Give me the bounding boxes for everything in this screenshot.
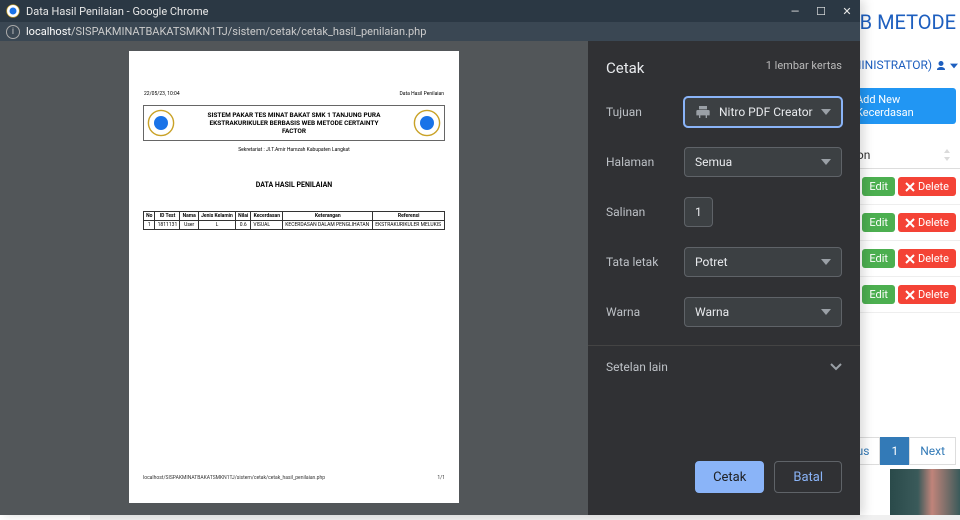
doc-date: 22/05/23, 10:04 — [144, 91, 180, 97]
background-user[interactable]: MINISTRATOR) — [850, 38, 960, 78]
table-row: Edit Delete — [850, 169, 960, 205]
th: Jenis Kelamin — [198, 212, 235, 221]
destination-label: Tujuan — [606, 105, 684, 119]
background-column-header[interactable]: tion — [850, 124, 960, 169]
pager-current[interactable]: 1 — [880, 437, 909, 465]
x-icon — [905, 218, 915, 228]
td: L — [198, 221, 235, 230]
th: Keterangan — [283, 212, 373, 221]
maximize-button[interactable]: ☐ — [808, 5, 834, 18]
doc-head3: FACTOR — [181, 127, 407, 135]
site-info-icon[interactable]: i — [6, 25, 20, 39]
background-title: B METODE — [850, 0, 960, 38]
printer-icon — [695, 104, 711, 120]
edit-button[interactable]: Edit — [862, 285, 895, 304]
td: EKSTRAKURIKULER MELUKIS — [373, 221, 445, 230]
td: 1811131 — [155, 221, 180, 230]
caret-down-icon — [950, 62, 958, 70]
document-page: 22/05/23, 10:04 Data Hasil Penilaian SIS… — [129, 51, 459, 503]
caret-down-icon — [821, 309, 831, 315]
doc-foot-right: 1/1 — [437, 475, 445, 481]
sort-icon — [944, 149, 954, 161]
th: Referensi — [373, 212, 445, 221]
cancel-button[interactable]: Batal — [774, 461, 842, 493]
edit-button[interactable]: Edit — [862, 213, 895, 232]
th: Kecerdasan — [251, 212, 283, 221]
doc-foot-left: localhost/SISPAKMINATBAKATSMKN1TJ/sistem… — [143, 475, 325, 481]
doc-sek: Sekretariat : Jl.T.Amir Hamzah Kabupaten… — [129, 147, 459, 153]
print-pagecount: 1 lembar kertas — [766, 59, 842, 77]
destination-select[interactable]: Nitro PDF Creator — [684, 97, 842, 127]
td: 0.6 — [236, 221, 251, 230]
minimize-button[interactable]: — — [782, 5, 808, 18]
delete-button[interactable]: Delete — [898, 285, 956, 304]
x-icon — [905, 182, 915, 192]
caret-down-icon — [821, 259, 831, 265]
doc-header-box: SISTEM PAKAR TES MINAT BAKAT SMK 1 TANJU… — [143, 105, 445, 141]
print-panel: Cetak 1 lembar kertas Tujuan Nitro PDF C… — [588, 41, 860, 515]
url-path: /SISPAKMINATBAKATSMKN1TJ/sistem/cetak/ce… — [71, 25, 426, 38]
th: ID Test — [155, 212, 180, 221]
th: Nilai — [236, 212, 251, 221]
delete-button[interactable]: Delete — [898, 177, 956, 196]
doc-data-table: No ID Test Nama Jenis Kelamin Nilai Kece… — [143, 211, 445, 230]
color-label: Warna — [606, 305, 684, 319]
print-title: Cetak — [606, 59, 644, 77]
layout-label: Tata letak — [606, 255, 684, 269]
doc-top-right: Data Hasil Penilaian — [399, 91, 444, 97]
more-settings-toggle[interactable]: Setelan lain — [588, 345, 860, 388]
edit-button[interactable]: Edit — [862, 249, 895, 268]
chrome-window: Data Hasil Penilaian - Google Chrome — ☐… — [0, 0, 860, 515]
copies-label: Salinan — [606, 205, 684, 219]
background-app: B METODE MINISTRATOR) Add New Kecerdasan… — [850, 0, 960, 515]
add-new-button[interactable]: Add New Kecerdasan — [850, 88, 956, 124]
caret-down-icon — [821, 159, 831, 165]
delete-button[interactable]: Delete — [898, 249, 956, 268]
pager-next[interactable]: Next — [909, 437, 956, 465]
th: Nama — [180, 212, 198, 221]
table-row: Edit Delete — [850, 205, 960, 241]
layout-select[interactable]: Potret — [684, 247, 842, 277]
th: No — [144, 212, 155, 221]
background-photo — [890, 469, 960, 515]
pages-select[interactable]: Semua — [684, 147, 842, 177]
copies-input[interactable]: 1 — [684, 197, 713, 227]
td: User — [180, 221, 198, 230]
window-titlebar[interactable]: Data Hasil Penilaian - Google Chrome — ☐… — [0, 0, 860, 22]
favicon-icon — [6, 4, 20, 18]
table-row: Edit Delete — [850, 277, 960, 313]
doc-head1: SISTEM PAKAR TES MINAT BAKAT SMK 1 TANJU… — [181, 111, 407, 119]
chevron-down-icon — [830, 363, 842, 371]
color-select[interactable]: Warna — [684, 297, 842, 327]
x-icon — [905, 290, 915, 300]
school-logo-icon — [413, 109, 441, 137]
url-host: localhost — [26, 25, 71, 38]
caret-down-icon — [821, 109, 831, 115]
delete-button[interactable]: Delete — [898, 213, 956, 232]
edit-button[interactable]: Edit — [862, 177, 895, 196]
td: 1 — [144, 221, 155, 230]
user-icon — [935, 60, 947, 72]
x-icon — [905, 254, 915, 264]
window-title: Data Hasil Penilaian - Google Chrome — [26, 5, 782, 18]
address-bar[interactable]: i localhost/SISPAKMINATBAKATSMKN1TJ/sist… — [0, 22, 860, 41]
td: VISUAL — [251, 221, 283, 230]
doc-head2: EKSTRAKURIKULER BERBASIS WEB METODE CERT… — [181, 119, 407, 127]
window-close-button[interactable]: ✕ — [834, 5, 860, 18]
doc-section-title: DATA HASIL PENILAIAN — [129, 181, 459, 189]
print-button[interactable]: Cetak — [695, 461, 764, 493]
print-preview-pane[interactable]: 22/05/23, 10:04 Data Hasil Penilaian SIS… — [0, 41, 588, 515]
td: KECERDASAN DALAM PENGLIHATAN — [283, 221, 373, 230]
school-logo-icon — [147, 109, 175, 137]
pages-label: Halaman — [606, 155, 684, 169]
table-row: Edit Delete — [850, 241, 960, 277]
